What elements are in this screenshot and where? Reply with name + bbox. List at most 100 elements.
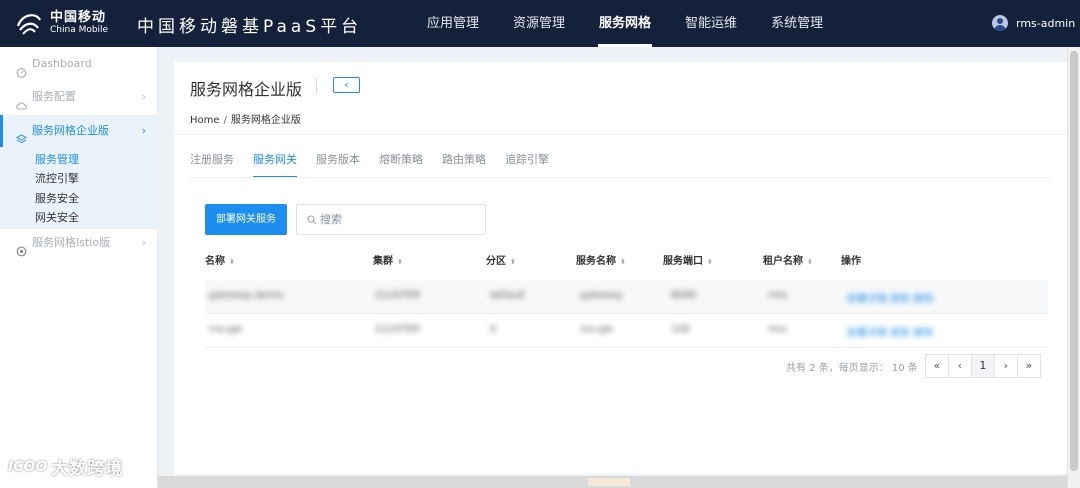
vertical-scrollbar[interactable] xyxy=(1067,47,1080,488)
column-header-tenant-name[interactable]: 租户名称 ⬍ xyxy=(763,252,813,267)
cell-service-name: gateway xyxy=(580,290,623,301)
sort-icon[interactable]: ⬍ xyxy=(807,258,813,266)
user-avatar-icon xyxy=(992,15,1008,31)
column-header-cluster[interactable]: 集群 ⬍ xyxy=(373,252,403,267)
logo-en-text: China Mobile xyxy=(50,25,109,35)
sort-icon[interactable]: ⬍ xyxy=(707,258,713,266)
search-box[interactable] xyxy=(296,204,486,235)
logo-cn-text: 中国移动 xyxy=(50,10,107,25)
table-row[interactable]: gateway-demo CLUSTER default gateway 808… xyxy=(205,280,1048,314)
sidebar-submenu: 服务管理 流控引擎 服务安全 网关安全 xyxy=(0,147,158,229)
breadcrumb: Home / 服务网格企业版 xyxy=(190,111,301,126)
main-panel: 服务网格企业版 ‹ Home / 服务网格企业版 注册服务 服务网关 服务版本 熔断… xyxy=(174,62,1067,474)
sidebar-item-service-config[interactable]: 服务配置 › xyxy=(0,81,158,113)
submenu-flow-control[interactable]: 流控引擎 xyxy=(35,170,79,186)
horizontal-scrollbar[interactable] xyxy=(158,476,1067,488)
tab-tracing-engine[interactable]: 追踪引擎 xyxy=(505,150,549,178)
sort-icon[interactable]: ⬍ xyxy=(229,258,235,266)
cell-actions[interactable]: 部署详情 更新 删除 xyxy=(847,324,933,339)
cell-name: ms-gw xyxy=(209,324,243,335)
nav-intelligent-ops[interactable]: 智能运维 xyxy=(668,0,754,47)
pagination: 共有 2 条，每页显示： 10 条 « ‹ 1 › » xyxy=(786,354,1041,378)
nav-app-management[interactable]: 应用管理 xyxy=(410,0,496,47)
cell-tenant-name: rms xyxy=(768,324,787,335)
collapse-sidebar-button[interactable]: ‹ xyxy=(333,77,360,93)
submenu-service-management[interactable]: 服务管理 xyxy=(35,151,79,167)
tab-bar: 注册服务 服务网关 服务版本 熔断策略 路由策略 追踪引擎 xyxy=(190,150,568,178)
title-divider xyxy=(316,78,317,94)
sidebar-item-mesh-istio[interactable]: 服务网格Istio版 › xyxy=(0,227,158,259)
page-title: 服务网格企业版 xyxy=(190,80,303,99)
breadcrumb-home[interactable]: Home xyxy=(190,115,220,126)
tabs-divider xyxy=(190,177,1050,178)
sort-icon[interactable]: ⬍ xyxy=(620,258,626,266)
search-icon xyxy=(307,214,317,225)
nav-system-management[interactable]: 系统管理 xyxy=(754,0,840,47)
cell-service-port: 100 xyxy=(671,324,691,335)
column-header-partition[interactable]: 分区 ⬍ xyxy=(486,252,516,267)
user-name: rms-admin xyxy=(1016,16,1076,30)
sidebar-item-label: 服务配置 xyxy=(32,90,76,103)
column-header-service-name[interactable]: 服务名称 ⬍ xyxy=(576,252,626,267)
tab-service-versions[interactable]: 服务版本 xyxy=(316,150,360,178)
top-bar: 中国移动 China Mobile 中国移动磐基PaaS平台 应用管理 资源管理… xyxy=(0,0,1080,47)
pagination-info: 共有 2 条，每页显示： 10 条 xyxy=(786,362,918,374)
sidebar-item-label: Dashboard xyxy=(32,57,92,70)
scrollbar-thumb[interactable] xyxy=(588,478,630,486)
tab-registered-services[interactable]: 注册服务 xyxy=(190,150,234,178)
cell-partition: default xyxy=(490,290,526,301)
product-title: 中国移动磐基PaaS平台 xyxy=(137,17,363,37)
deploy-gateway-button[interactable]: 部署网关服务 xyxy=(205,204,287,235)
table-row[interactable]: ms-gw CLUSTER 0 ms-gw 100 rms 部署详情 更新 删除 xyxy=(205,314,1048,348)
china-mobile-logo-icon xyxy=(14,8,44,38)
cell-partition: 0 xyxy=(490,324,497,335)
watermark-text: 大数跨境 xyxy=(51,459,124,479)
column-header-actions: 操作 xyxy=(841,256,861,267)
page-last-button[interactable]: » xyxy=(1016,354,1041,378)
scrollbar-thumb[interactable] xyxy=(1070,51,1078,471)
breadcrumb-current: 服务网格企业版 xyxy=(230,115,301,126)
column-header-name[interactable]: 名称 ⬍ xyxy=(205,252,235,267)
chevron-right-icon: › xyxy=(141,90,146,103)
page-first-button[interactable]: « xyxy=(924,354,949,378)
dashboard-icon xyxy=(16,59,27,78)
chevron-right-icon: › xyxy=(141,236,146,249)
submenu-service-security[interactable]: 服务安全 xyxy=(35,190,79,206)
sidebar-item-label: 服务网格企业版 xyxy=(32,124,109,137)
tab-service-gateway[interactable]: 服务网关 xyxy=(253,150,297,178)
user-menu[interactable]: rms-admin xyxy=(992,15,1075,31)
table-header: 名称 ⬍ 集群 ⬍ 分区 ⬍ 服务名称 ⬍ 服务端口 ⬍ 租户名称 ⬍ 操作 xyxy=(205,252,1048,268)
header-divider xyxy=(174,134,1067,135)
page-current[interactable]: 1 xyxy=(970,354,995,378)
cell-cluster: CLUSTER xyxy=(375,324,421,335)
submenu-gateway-security[interactable]: 网关安全 xyxy=(35,209,79,225)
sort-icon[interactable]: ⬍ xyxy=(510,258,516,266)
cell-service-name: ms-gw xyxy=(580,324,614,335)
tab-routing-policy[interactable]: 路由策略 xyxy=(442,150,486,178)
cell-name: gateway-demo xyxy=(209,290,284,301)
china-mobile-logo[interactable]: 中国移动 China Mobile xyxy=(14,8,108,38)
cell-service-port: 8080 xyxy=(671,290,697,301)
column-header-service-port[interactable]: 服务端口 ⬍ xyxy=(663,252,713,267)
cell-tenant-name: rms xyxy=(768,290,787,301)
main-nav: 应用管理 资源管理 服务网格 智能运维 系统管理 xyxy=(410,0,840,47)
sort-icon[interactable]: ⬍ xyxy=(397,258,403,266)
nav-service-mesh[interactable]: 服务网格 xyxy=(582,0,668,47)
page-next-button[interactable]: › xyxy=(993,354,1018,378)
page-prev-button[interactable]: ‹ xyxy=(947,354,972,378)
layers-icon xyxy=(15,126,28,143)
cell-actions[interactable]: 部署详情 更新 删除 xyxy=(847,290,933,305)
chevron-right-icon: › xyxy=(141,124,146,137)
target-icon xyxy=(16,238,27,256)
watermark: ICOO 大数跨境 xyxy=(8,454,124,480)
nav-resource-management[interactable]: 资源管理 xyxy=(496,0,582,47)
sidebar: Dashboard 服务配置 › 服务网格企业版 › 服务管理 流控引擎 服务安… xyxy=(0,47,158,488)
cloud-icon xyxy=(16,92,28,110)
search-input[interactable] xyxy=(320,213,480,226)
breadcrumb-separator: / xyxy=(223,115,227,126)
sidebar-item-mesh-enterprise[interactable]: 服务网格企业版 › xyxy=(0,115,158,147)
cell-cluster: CLUSTER xyxy=(375,290,421,301)
sidebar-item-dashboard[interactable]: Dashboard xyxy=(0,48,158,80)
tab-circuit-breaker[interactable]: 熔断策略 xyxy=(379,150,423,178)
sidebar-item-label: 服务网格Istio版 xyxy=(32,236,111,249)
